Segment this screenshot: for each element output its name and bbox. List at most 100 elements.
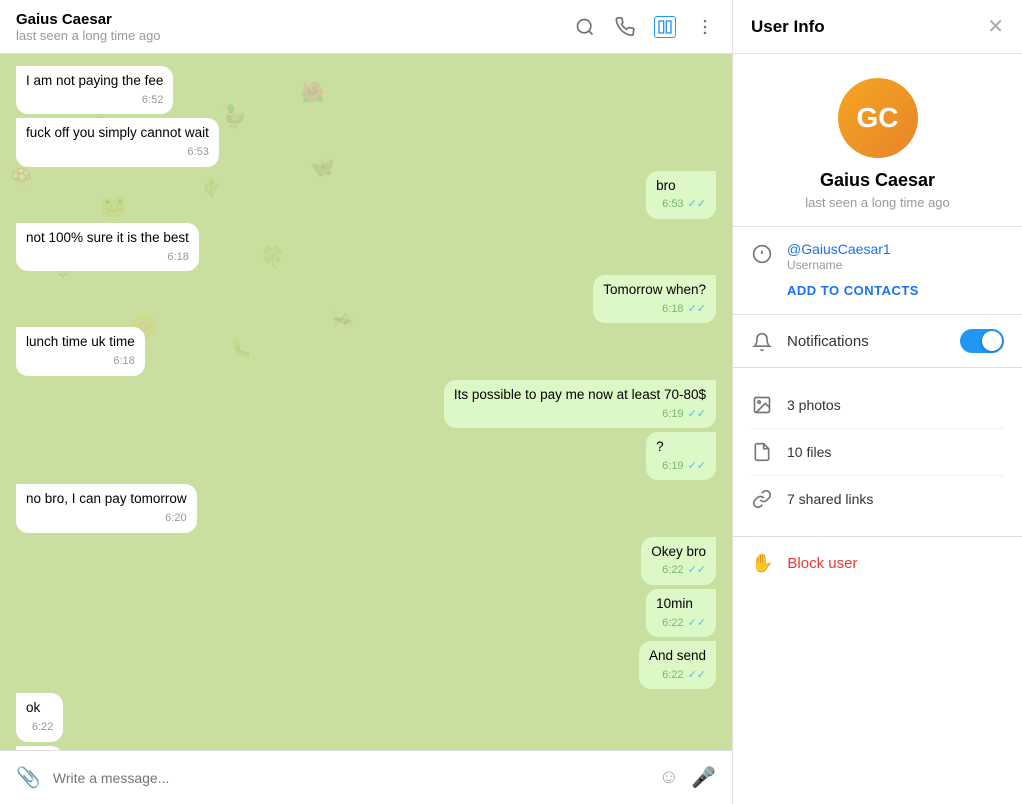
links-label: 7 shared links	[787, 491, 873, 507]
microphone-icon[interactable]: 🎤	[691, 765, 716, 790]
message-row: fuck off you simply cannot wait 6:53	[16, 118, 716, 166]
message-time: 6:18	[113, 354, 134, 369]
notifications-label: Notifications	[787, 333, 869, 350]
chat-contact-status: last seen a long time ago	[16, 28, 161, 43]
message-time: 6:20	[165, 511, 186, 526]
message-row: I am not paying the fee 6:52	[16, 66, 716, 114]
notifications-section: Notifications	[733, 315, 1022, 368]
message-bubble: ok 6:29	[16, 746, 63, 750]
message-time: 6:22	[662, 563, 683, 578]
block-user-label: Block user	[787, 555, 857, 572]
message-text: lunch time uk time	[26, 334, 135, 349]
chat-footer: 📎 ☺ 🎤	[0, 750, 732, 804]
read-checkmark: ✓✓	[688, 197, 706, 212]
notifications-toggle[interactable]	[960, 329, 1004, 353]
read-checkmark: ✓✓	[688, 302, 706, 317]
links-row[interactable]: 7 shared links	[751, 476, 1004, 522]
bell-icon	[751, 331, 773, 353]
username-label: Username	[787, 258, 891, 272]
message-bubble: lunch time uk time 6:18	[16, 327, 145, 375]
message-row: lunch time uk time 6:18	[16, 327, 716, 375]
message-row: 10min 6:22 ✓✓	[16, 589, 716, 637]
chat-messages: 🐟 🌿 🐢 🦆 🌺 🍄 🐸 🌵 🦋 🌻 🐌 🍀 🐣 🌼 🐛 🦗 I am not…	[0, 54, 732, 750]
notifications-row: Notifications	[751, 329, 1004, 353]
message-row: And send 6:22 ✓✓	[16, 641, 716, 689]
user-info-panel: User Info ✕ GC Gaius Caesar last seen a …	[732, 0, 1022, 804]
search-icon[interactable]	[574, 16, 596, 38]
message-time: 6:53	[187, 145, 208, 160]
message-bubble: bro 6:53 ✓✓	[646, 171, 716, 219]
message-row: Tomorrow when? 6:18 ✓✓	[16, 275, 716, 323]
message-bubble: Okey bro 6:22 ✓✓	[641, 537, 716, 585]
read-checkmark: ✓✓	[688, 616, 706, 631]
message-text: Tomorrow when?	[603, 282, 706, 297]
avatar: GC	[838, 78, 918, 158]
message-bubble: And send 6:22 ✓✓	[639, 641, 716, 689]
chat-header-left: Gaius Caesar last seen a long time ago	[16, 11, 161, 43]
read-checkmark: ✓✓	[688, 407, 706, 422]
user-name: Gaius Caesar	[820, 170, 935, 191]
block-user-section[interactable]: ✋ Block user	[733, 537, 1022, 590]
more-options-icon[interactable]	[694, 16, 716, 38]
panel-title: User Info	[751, 17, 825, 37]
photos-row[interactable]: 3 photos	[751, 382, 1004, 429]
message-row: ok 6:22	[16, 693, 716, 741]
message-row: no bro, I can pay tomorrow 6:20	[16, 484, 716, 532]
block-icon: ✋	[751, 553, 773, 574]
read-checkmark: ✓✓	[688, 459, 706, 474]
message-text: I am not paying the fee	[26, 73, 163, 88]
chat-header-icons	[574, 16, 716, 38]
add-to-contacts-button[interactable]: ADD TO CONTACTS	[787, 283, 919, 298]
message-row: not 100% sure it is the best 6:18	[16, 223, 716, 271]
close-panel-button[interactable]: ✕	[987, 14, 1004, 39]
message-text: 10min	[656, 596, 693, 611]
message-time: 6:53	[662, 197, 683, 212]
attach-icon[interactable]: 📎	[16, 765, 41, 790]
toggle-knob	[982, 331, 1002, 351]
message-text: ?	[656, 439, 664, 454]
message-text: bro	[656, 178, 676, 193]
message-bubble: no bro, I can pay tomorrow 6:20	[16, 484, 197, 532]
chat-contact-name: Gaius Caesar	[16, 11, 161, 28]
message-text: Its possible to pay me now at least 70-8…	[454, 387, 706, 402]
photos-label: 3 photos	[787, 397, 841, 413]
message-time: 6:52	[142, 93, 163, 108]
emoji-icon[interactable]: ☺	[659, 766, 679, 789]
username-value: @GaiusCaesar1	[787, 241, 891, 257]
user-avatar-section: GC Gaius Caesar last seen a long time ag…	[733, 54, 1022, 227]
layout-icon[interactable]	[654, 16, 676, 38]
photos-icon	[751, 394, 773, 416]
message-text: not 100% sure it is the best	[26, 230, 189, 245]
files-row[interactable]: 10 files	[751, 429, 1004, 476]
message-text: ok	[26, 700, 40, 715]
message-time: 6:18	[167, 250, 188, 265]
message-row: Okey bro 6:22 ✓✓	[16, 537, 716, 585]
panel-header: User Info ✕	[733, 0, 1022, 54]
message-text: Okey bro	[651, 544, 706, 559]
message-time: 6:22	[662, 668, 683, 683]
message-bubble: I am not paying the fee 6:52	[16, 66, 173, 114]
files-icon	[751, 441, 773, 463]
phone-icon[interactable]	[614, 16, 636, 38]
read-checkmark: ✓✓	[688, 668, 706, 683]
message-text: And send	[649, 648, 706, 663]
message-text: fuck off you simply cannot wait	[26, 125, 209, 140]
username-row: @GaiusCaesar1 Username	[751, 241, 1004, 272]
message-time: 6:22	[32, 720, 53, 735]
message-time: 6:18	[662, 302, 683, 317]
message-time: 6:19	[662, 459, 683, 474]
message-bubble: ? 6:19 ✓✓	[646, 432, 716, 480]
read-checkmark: ✓✓	[688, 563, 706, 578]
message-row: bro 6:53 ✓✓	[16, 171, 716, 219]
files-label: 10 files	[787, 444, 831, 460]
user-info-section: @GaiusCaesar1 Username ADD TO CONTACTS	[733, 227, 1022, 315]
message-bubble: 10min 6:22 ✓✓	[646, 589, 716, 637]
user-status: last seen a long time ago	[805, 195, 950, 210]
message-row: ok 6:29	[16, 746, 716, 750]
message-time: 6:19	[662, 407, 683, 422]
links-icon	[751, 488, 773, 510]
message-text: no bro, I can pay tomorrow	[26, 491, 187, 506]
message-input[interactable]	[53, 770, 647, 786]
message-bubble: fuck off you simply cannot wait 6:53	[16, 118, 219, 166]
info-circle-icon	[751, 243, 773, 265]
